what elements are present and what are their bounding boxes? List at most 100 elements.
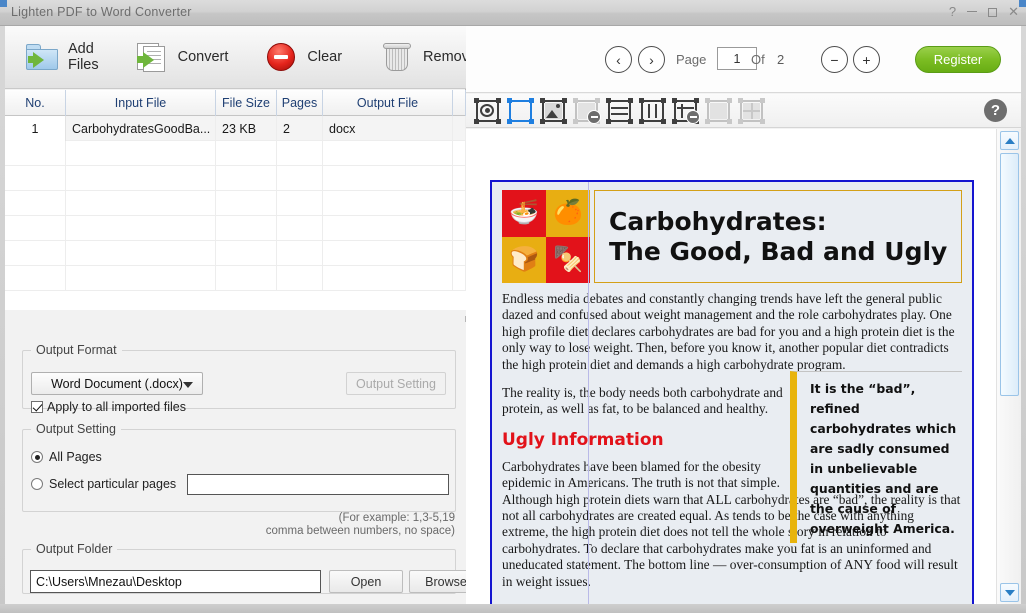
register-button[interactable]: Register [915, 46, 1001, 73]
output-format-group: Output Format Word Document (.docx) Outp… [22, 343, 456, 414]
column-header-output-file[interactable]: Output File [323, 90, 453, 116]
document-header: 🍜 🍊 🍞 🍢 Carbohydrates: The Good, Bad and… [502, 190, 962, 283]
output-setting-button[interactable]: Output Setting [346, 372, 446, 395]
orange-slice-icon: 🍊 [553, 199, 583, 227]
cell-empty [277, 141, 323, 166]
window-controls: ? ✕ [949, 3, 1019, 21]
help-button[interactable]: ? [949, 3, 956, 21]
column-header-no[interactable]: No. [5, 90, 66, 116]
cell-empty [277, 216, 323, 241]
open-folder-button[interactable]: Open [329, 570, 403, 593]
file-list-body[interactable]: 1 CarbohydratesGoodBa... 23 KB 2 docx [5, 116, 466, 316]
application-window: Lighten PDF to Word Converter ? ✕ Add Fi… [0, 0, 1026, 613]
table-row[interactable] [5, 141, 466, 166]
bread-loaf-cell: 🍞 [502, 236, 546, 283]
total-pages-label: 2 [777, 52, 785, 67]
cell-empty [323, 241, 453, 266]
add-files-button[interactable]: Add Files [19, 32, 105, 82]
cell-pages: 2 [277, 116, 323, 141]
checkbox-icon [31, 401, 43, 413]
table-row[interactable] [5, 166, 466, 191]
add-files-label: Add Files [68, 41, 99, 73]
blank-block-icon[interactable] [705, 97, 732, 124]
title-bar: Lighten PDF to Word Converter ? ✕ [0, 0, 1026, 26]
table-block-icon[interactable] [738, 97, 765, 124]
maximize-button[interactable] [988, 7, 998, 17]
cell-empty [323, 166, 453, 191]
pull-quote: It is the “bad”, refined carbohydrates w… [790, 371, 962, 543]
apply-to-all-label: Apply to all imported files [47, 400, 186, 414]
noodle-bowl-icon: 🍜 [509, 199, 539, 227]
help-icon[interactable]: ? [984, 99, 1007, 122]
cell-empty [216, 216, 277, 241]
radio-off-icon [31, 478, 43, 490]
output-format-selected-value: Word Document (.docx) [51, 376, 183, 391]
chevron-down-icon [183, 382, 193, 388]
table-row[interactable] [5, 266, 466, 291]
output-folder-legend: Output Folder [36, 542, 113, 556]
pages-hint: (For example: 1,3-5,19 comma between num… [155, 512, 455, 538]
table-row[interactable] [5, 241, 466, 266]
pull-quote-text: It is the “bad”, refined carbohydrates w… [810, 381, 957, 536]
apply-to-all-checkbox[interactable]: Apply to all imported files [31, 400, 186, 414]
next-page-button[interactable]: › [638, 46, 665, 73]
column-header-filler [453, 90, 466, 116]
preview-eye-icon[interactable] [474, 97, 501, 124]
page-label: Page [676, 52, 707, 67]
particular-pages-input[interactable] [187, 474, 449, 495]
radio-select-particular-pages[interactable]: Select particular pages [31, 477, 176, 491]
cell-filler [453, 116, 466, 141]
output-folder-input[interactable] [30, 570, 321, 593]
remove-row-icon[interactable] [672, 97, 700, 124]
zoom-out-button[interactable]: − [821, 46, 848, 73]
cell-empty [453, 266, 466, 291]
food-icon-grid: 🍜 🍊 🍞 🍢 [502, 190, 590, 283]
remove-image-icon[interactable] [573, 97, 601, 124]
document-convert-icon [135, 41, 169, 73]
scrollbar-thumb[interactable] [1000, 153, 1019, 396]
orange-slice-cell: 🍊 [546, 190, 590, 237]
output-format-select[interactable]: Word Document (.docx) [31, 372, 203, 395]
cell-empty [453, 166, 466, 191]
chopsticks-cell: 🍢 [546, 236, 590, 283]
vertical-split-icon[interactable] [639, 97, 666, 124]
cell-empty [66, 216, 216, 241]
preview-scrollbar[interactable] [996, 129, 1021, 604]
cell-empty [216, 141, 277, 166]
table-row[interactable]: 1 CarbohydratesGoodBa... 23 KB 2 docx [5, 116, 466, 141]
stop-clear-icon [264, 41, 298, 73]
close-button[interactable]: ✕ [1008, 3, 1019, 21]
document-title-box: Carbohydrates: The Good, Bad and Ugly [594, 190, 962, 283]
document-viewport[interactable]: 🍜 🍊 🍞 🍢 Carbohydrates: The Good, Bad and… [466, 129, 996, 604]
cell-empty [216, 191, 277, 216]
convert-button[interactable]: Convert [129, 32, 235, 82]
minus-badge-icon [587, 109, 601, 124]
scroll-down-button[interactable] [1000, 583, 1019, 602]
grid-layout-icon[interactable] [507, 97, 534, 124]
clear-label: Clear [307, 49, 343, 65]
horizontal-split-icon[interactable] [606, 97, 633, 124]
minimize-button[interactable] [967, 10, 978, 12]
column-header-pages[interactable]: Pages [277, 90, 323, 116]
previous-page-button[interactable]: ‹ [605, 46, 632, 73]
clear-button[interactable]: Clear [258, 32, 348, 82]
zoom-in-button[interactable]: + [853, 46, 880, 73]
scroll-up-button[interactable] [1000, 131, 1019, 150]
cell-empty [5, 191, 66, 216]
image-layout-icon[interactable] [540, 97, 567, 124]
document-title-line1: Carbohydrates: [609, 206, 827, 236]
column-header-file-size[interactable]: File Size [216, 90, 277, 116]
radio-all-pages[interactable]: All Pages [31, 450, 102, 464]
cell-empty [323, 266, 453, 291]
cell-empty [277, 241, 323, 266]
file-list-bottom-spacer [5, 310, 466, 316]
cell-empty [66, 266, 216, 291]
view-mode-icon-bar: ? [466, 94, 1021, 128]
table-row[interactable] [5, 191, 466, 216]
layout-guide-line [588, 182, 589, 604]
output-setting-legend: Output Setting [36, 422, 116, 436]
document-page: 🍜 🍊 🍞 🍢 Carbohydrates: The Good, Bad and… [490, 180, 974, 604]
table-row[interactable] [5, 216, 466, 241]
cell-empty [5, 166, 66, 191]
column-header-input-file[interactable]: Input File [66, 90, 216, 116]
